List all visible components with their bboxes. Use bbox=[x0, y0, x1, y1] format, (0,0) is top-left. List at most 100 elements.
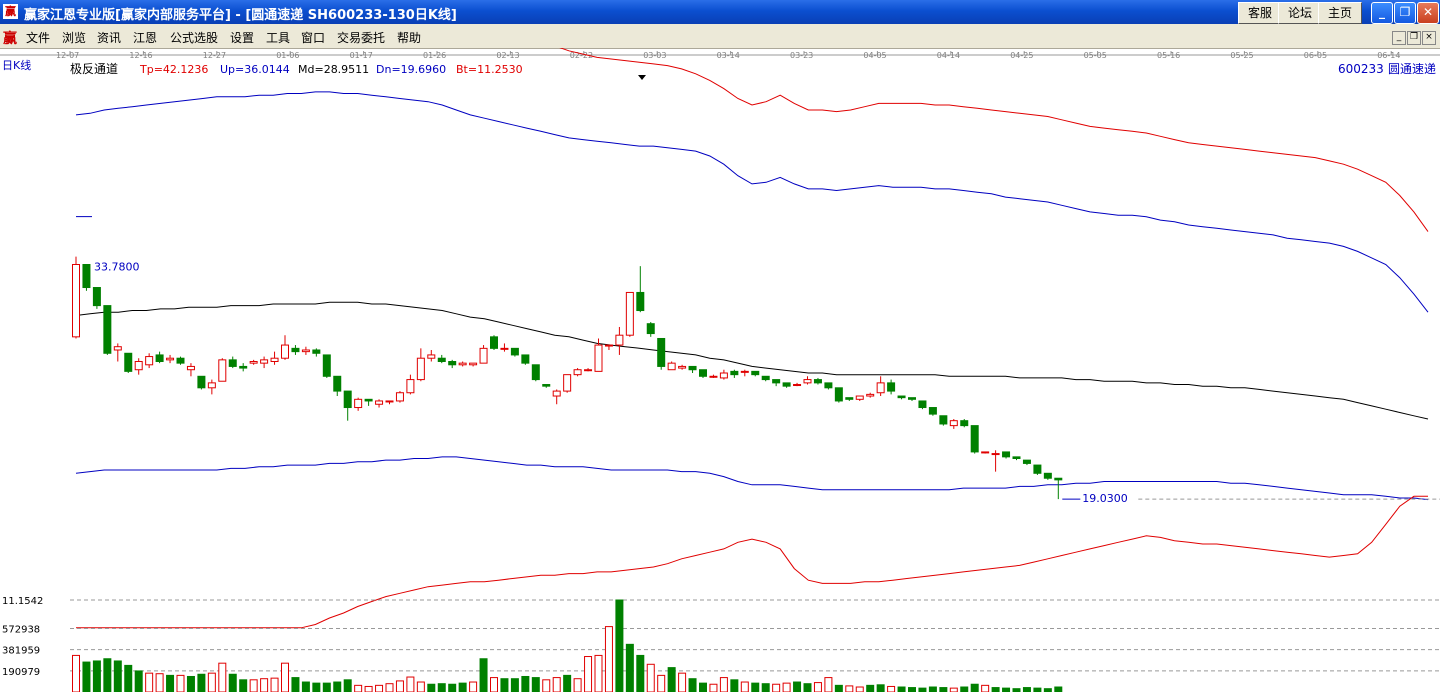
candle-body bbox=[72, 264, 80, 338]
date-tick-label: 01-26 bbox=[423, 51, 446, 60]
candle bbox=[772, 379, 781, 387]
candle bbox=[730, 369, 739, 378]
price-annotations: 33.7800 19.0300 bbox=[76, 216, 1440, 505]
candle-body bbox=[469, 362, 478, 366]
volume-bar bbox=[1022, 687, 1031, 692]
candle bbox=[72, 256, 80, 339]
volume-bar bbox=[490, 677, 498, 692]
volume-bar bbox=[207, 672, 216, 692]
candle-body bbox=[322, 354, 331, 377]
volume-bar bbox=[552, 677, 561, 692]
menu-window[interactable]: 窗口 bbox=[301, 29, 325, 46]
candle bbox=[197, 375, 206, 390]
candle-body bbox=[176, 357, 185, 364]
cursor-marker-icon bbox=[638, 75, 646, 80]
candle-body bbox=[197, 375, 206, 389]
band-dn-line bbox=[75, 456, 1429, 501]
candle bbox=[301, 346, 310, 355]
candle-body bbox=[103, 305, 112, 354]
candle bbox=[615, 326, 624, 355]
candle bbox=[813, 377, 822, 385]
forum-button[interactable]: 论坛 bbox=[1278, 2, 1322, 24]
volume-bar bbox=[406, 676, 415, 692]
candle-body bbox=[228, 359, 237, 367]
volume-bar bbox=[239, 679, 248, 692]
volume-bar bbox=[772, 683, 781, 692]
volume-bar bbox=[385, 683, 394, 692]
candle bbox=[322, 354, 331, 378]
menu-settings[interactable]: 设置 bbox=[230, 29, 254, 46]
menu-help[interactable]: 帮助 bbox=[397, 29, 421, 46]
menu-trade[interactable]: 交易委托 bbox=[337, 29, 385, 46]
volume-bar bbox=[176, 674, 185, 692]
title-bar: 赢 赢家江恩专业版[赢家内部服务平台] - [圆通速递 SH600233-130… bbox=[0, 0, 1440, 24]
candle-body bbox=[552, 390, 561, 397]
candle bbox=[855, 395, 864, 401]
volume-bar bbox=[740, 681, 749, 692]
volume-bar bbox=[510, 678, 519, 692]
candle-body bbox=[113, 346, 122, 351]
candle-body bbox=[249, 361, 258, 364]
candle-body bbox=[793, 384, 802, 387]
menu-gann[interactable]: 江恩 bbox=[133, 29, 157, 46]
date-tick-label: 06-14 bbox=[1377, 51, 1400, 60]
candle bbox=[646, 322, 655, 337]
mdi-minimize-button[interactable]: _ bbox=[1392, 31, 1406, 45]
candle-body bbox=[218, 359, 227, 382]
candle-body bbox=[155, 354, 164, 363]
candle-body bbox=[876, 382, 885, 394]
candle-body bbox=[981, 451, 990, 454]
candle-body bbox=[281, 344, 289, 359]
menu-news[interactable]: 资讯 bbox=[97, 29, 121, 46]
mdi-restore-button[interactable]: ❐ bbox=[1407, 31, 1421, 45]
volume-bar bbox=[782, 682, 791, 692]
candle-body bbox=[573, 369, 582, 376]
candle-body bbox=[667, 362, 676, 371]
candle bbox=[186, 363, 195, 377]
candle-body bbox=[427, 354, 436, 359]
candle-body bbox=[312, 349, 321, 354]
indicator-name: 极反通道 bbox=[70, 62, 118, 76]
volume-bar bbox=[124, 664, 133, 692]
menu-browse[interactable]: 浏览 bbox=[62, 29, 86, 46]
candle-body bbox=[291, 347, 300, 353]
volume-bar bbox=[845, 685, 854, 692]
candle-body bbox=[343, 390, 352, 409]
close-button[interactable]: ✕ bbox=[1417, 2, 1439, 24]
volume-bar bbox=[908, 687, 916, 692]
candle-body bbox=[928, 407, 937, 415]
candle bbox=[803, 376, 812, 385]
candle bbox=[887, 379, 896, 395]
restore-button[interactable]: ❐ bbox=[1394, 2, 1416, 24]
candle bbox=[469, 362, 478, 367]
candle-body bbox=[813, 379, 822, 384]
candle bbox=[437, 354, 446, 364]
candle bbox=[709, 374, 718, 378]
candle bbox=[375, 399, 384, 408]
candle-body bbox=[845, 397, 854, 400]
candle-body bbox=[448, 361, 457, 366]
candle-body bbox=[82, 264, 91, 289]
candle-body bbox=[92, 287, 101, 307]
home-button[interactable]: 主页 bbox=[1318, 2, 1362, 24]
volume-bar bbox=[531, 677, 540, 692]
candle-body bbox=[740, 370, 749, 373]
menu-file[interactable]: 文件 bbox=[26, 29, 50, 46]
menu-tools[interactable]: 工具 bbox=[266, 29, 290, 46]
candle bbox=[134, 358, 143, 375]
kline-chart[interactable]: 12-07 12-16 12-27 01-06 01-17 01-26 02-13 02-22… bbox=[0, 48, 1440, 692]
volume-bar bbox=[834, 684, 843, 692]
volume-bar bbox=[186, 675, 195, 692]
candle bbox=[667, 361, 676, 371]
candle-body bbox=[166, 357, 175, 361]
mdi-close-button[interactable]: × bbox=[1422, 31, 1436, 45]
candle bbox=[395, 391, 404, 403]
customer-service-button[interactable]: 客服 bbox=[1238, 2, 1282, 24]
date-tick-label: 03-23 bbox=[790, 51, 813, 60]
menu-formula-screener[interactable]: 公式选股 bbox=[170, 29, 218, 46]
candle bbox=[427, 349, 436, 362]
volume-bar bbox=[678, 672, 687, 692]
minimize-button[interactable]: _ bbox=[1371, 2, 1393, 24]
candle bbox=[521, 354, 530, 365]
date-tick-label: 01-17 bbox=[350, 51, 373, 60]
